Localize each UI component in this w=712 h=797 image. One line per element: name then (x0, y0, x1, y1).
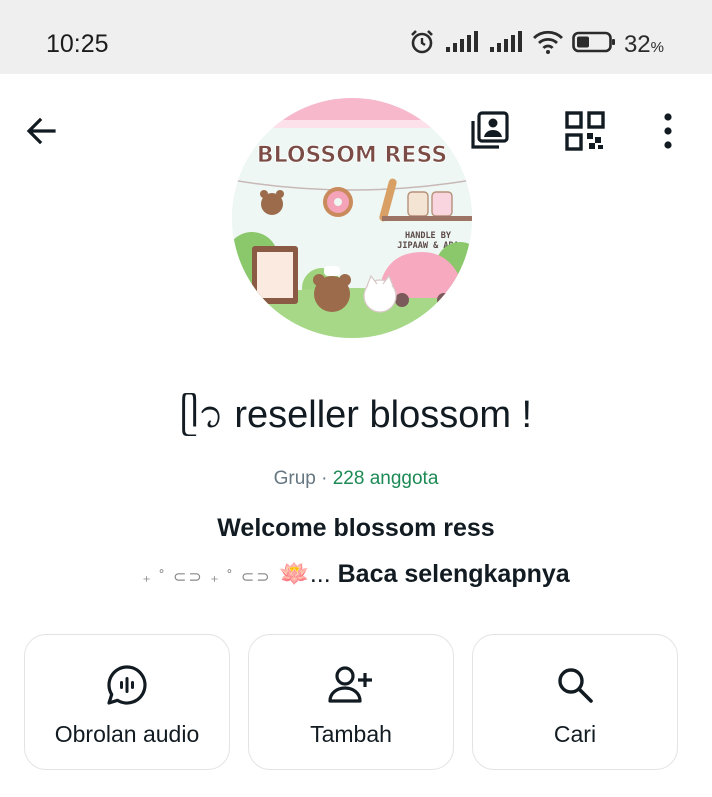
qr-code-button[interactable] (562, 108, 608, 154)
group-meta: Grup · 228 anggota (0, 468, 712, 490)
audio-chat-label: Obrolan audio (54, 721, 200, 747)
media-gallery-button[interactable] (466, 108, 512, 154)
meta-separator: · (315, 468, 333, 489)
battery-percent: 32% (623, 30, 664, 58)
wifi-icon (532, 30, 564, 59)
qr-code-icon (565, 111, 605, 151)
search-button[interactable]: Cari (472, 634, 678, 770)
back-button[interactable] (18, 108, 64, 154)
avatar-title: BLOSSOM RESS (257, 143, 447, 168)
add-member-label: Tambah (310, 721, 392, 747)
group-avatar-illustration: BLOSSOM RESS HANDLE BY JIPAAW & ARA (232, 98, 472, 338)
group-description-line1: Welcome blossom ress (217, 514, 495, 542)
read-more-link[interactable]: Baca selengkapnya (338, 560, 570, 588)
signal-icon (488, 31, 524, 58)
group-name[interactable]: ᥫ᭡ reseller blossom ! (0, 386, 712, 455)
group-description-line2: ₊ ˚ ⊂⊃ ₊ ˚ ⊂⊃ 🪷... Baca selengkapnya (0, 560, 712, 589)
audio-chat-icon (105, 663, 149, 707)
audio-chat-button[interactable]: Obrolan audio (24, 634, 230, 770)
alarm-icon (408, 28, 436, 61)
lotus-emoji: 🪷 (278, 560, 310, 588)
more-options-button[interactable] (648, 108, 688, 154)
status-bar: 10:25 32% (0, 0, 712, 74)
arrow-left-icon (26, 117, 56, 145)
battery-icon (572, 30, 616, 59)
group-avatar[interactable]: BLOSSOM RESS HANDLE BY JIPAAW & ARA (232, 98, 472, 338)
add-member-button[interactable]: Tambah (248, 634, 454, 770)
description-ellipsis: ... (309, 560, 331, 588)
member-count[interactable]: 228 anggota (333, 468, 439, 489)
status-time: 10:25 (46, 30, 109, 58)
status-icons: 32% (408, 28, 664, 61)
add-person-icon (327, 663, 375, 707)
search-icon (555, 663, 595, 707)
group-type: Grup (273, 468, 316, 489)
signal-icon (444, 31, 480, 58)
action-buttons: Obrolan audio Tambah Cari (24, 634, 678, 770)
description-decoration: ₊ ˚ ⊂⊃ ₊ ˚ ⊂⊃ (142, 569, 272, 586)
more-vert-icon (664, 113, 672, 149)
search-label: Cari (553, 721, 597, 747)
avatar-handle-1: HANDLE BY (405, 231, 452, 241)
gallery-icon (471, 111, 509, 149)
